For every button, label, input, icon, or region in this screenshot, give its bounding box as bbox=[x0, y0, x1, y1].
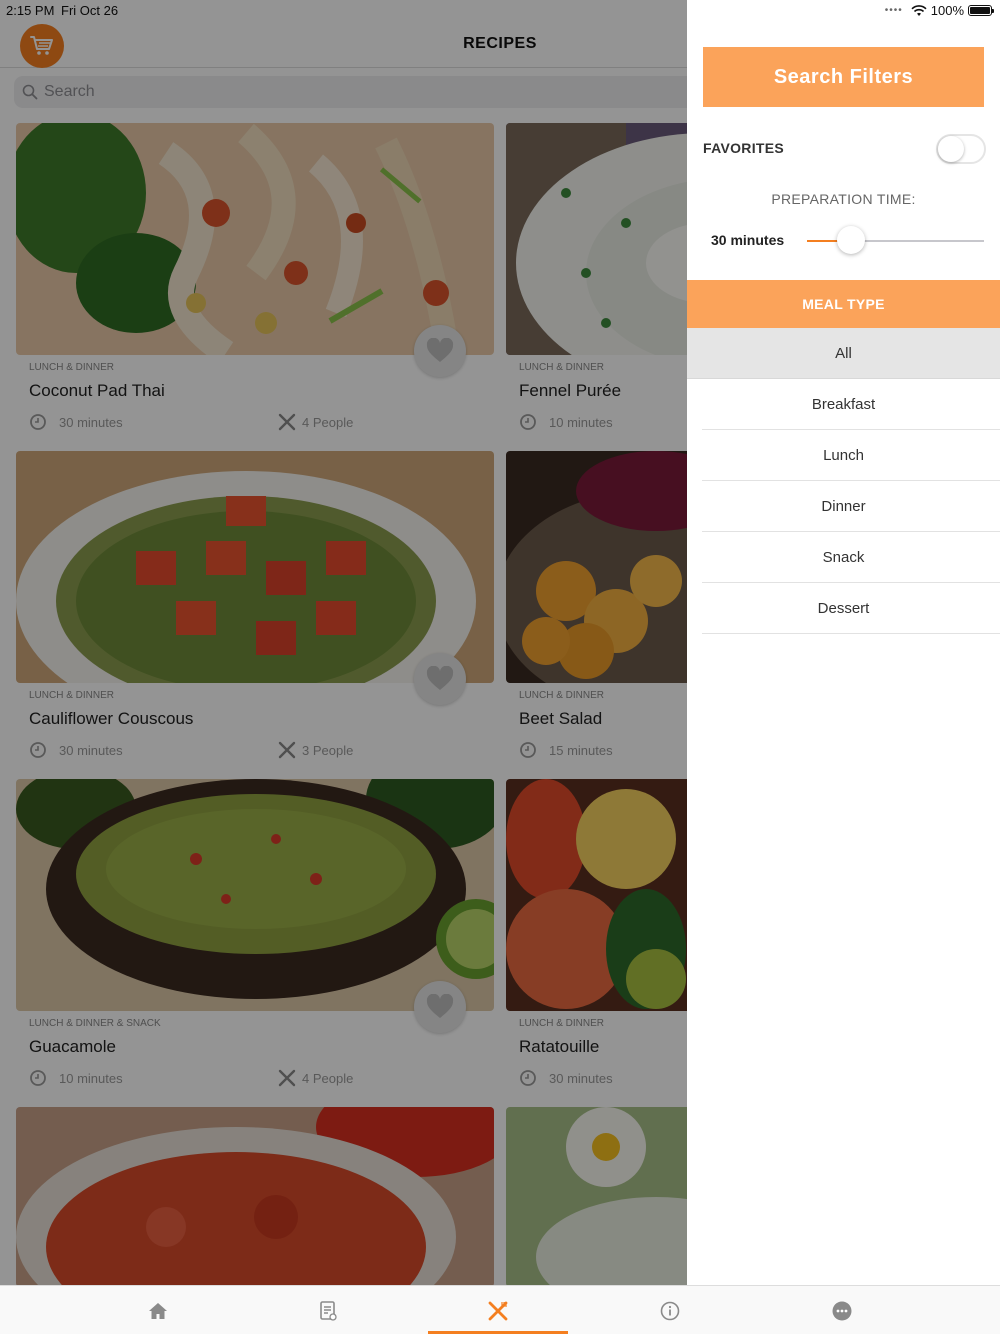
tab-shopping-list[interactable] bbox=[258, 1286, 398, 1334]
search-filters-panel: •••• 100% Search Filters FAVORITES PREPA… bbox=[687, 0, 1000, 1285]
info-icon bbox=[660, 1301, 680, 1320]
meal-type-option[interactable]: Dinner bbox=[687, 481, 1000, 532]
preparation-time-label: PREPARATION TIME: bbox=[771, 191, 916, 207]
signal-icon: •••• bbox=[884, 5, 903, 16]
meal-type-list: All Breakfast Lunch Dinner Snack Dessert bbox=[687, 328, 1000, 634]
meal-type-option[interactable]: Breakfast bbox=[687, 379, 1000, 430]
toggle-knob bbox=[938, 136, 964, 162]
meal-type-option[interactable]: Snack bbox=[687, 532, 1000, 583]
tab-more[interactable] bbox=[772, 1286, 912, 1334]
recipes-icon bbox=[488, 1301, 508, 1320]
preparation-time-slider[interactable] bbox=[807, 226, 984, 254]
home-icon bbox=[149, 1302, 167, 1319]
tab-bar bbox=[0, 1285, 1000, 1334]
preparation-time-value: 30 minutes bbox=[711, 232, 785, 248]
battery-percent: 100% bbox=[930, 3, 964, 18]
meal-type-header: MEAL TYPE bbox=[687, 280, 1000, 328]
more-icon bbox=[832, 1301, 852, 1320]
meal-type-option[interactable]: Lunch bbox=[687, 430, 1000, 481]
shopping-list-icon bbox=[320, 1300, 337, 1321]
favorites-label: FAVORITES bbox=[703, 140, 785, 156]
meal-type-option[interactable]: All bbox=[687, 328, 1000, 379]
battery-icon bbox=[968, 5, 994, 16]
tab-home[interactable] bbox=[88, 1286, 228, 1334]
wifi-icon bbox=[911, 4, 927, 16]
tab-info[interactable] bbox=[600, 1286, 740, 1334]
tab-recipes[interactable] bbox=[428, 1286, 568, 1334]
search-filters-button[interactable]: Search Filters bbox=[703, 47, 984, 107]
slider-thumb[interactable] bbox=[837, 226, 866, 254]
favorites-toggle[interactable] bbox=[936, 134, 986, 164]
panel-status-area: •••• 100% bbox=[884, 3, 994, 18]
meal-type-option[interactable]: Dessert bbox=[687, 583, 1000, 634]
